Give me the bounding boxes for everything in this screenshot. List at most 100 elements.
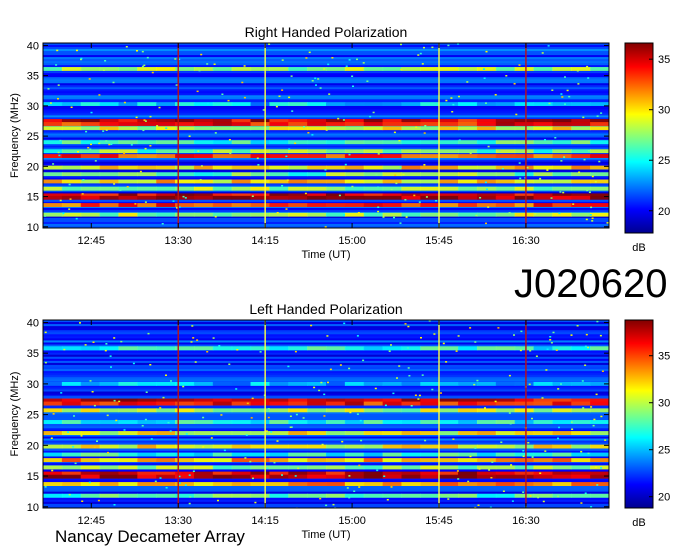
noise-speckle <box>134 203 137 205</box>
noise-speckle <box>500 441 503 443</box>
emission-band-segment <box>458 186 478 191</box>
noise-speckle <box>587 346 589 349</box>
emission-band-segment <box>382 431 403 436</box>
emission-band-segment <box>61 179 82 184</box>
x-tick-label: 12:45 <box>78 515 106 527</box>
noise-speckle <box>246 402 249 405</box>
emission-band-segment <box>61 122 82 126</box>
noise-speckle <box>88 78 91 80</box>
noise-speckle <box>408 375 411 377</box>
noise-speckle <box>445 361 448 363</box>
emission-band-segment <box>401 346 421 351</box>
noise-speckle <box>505 75 508 77</box>
emission-band-segment <box>439 408 459 413</box>
noise-speckle <box>223 449 226 452</box>
emission-band-segment <box>533 420 553 424</box>
emission-band-segment <box>401 140 421 145</box>
noise-speckle <box>473 383 476 386</box>
emission-band-segment <box>118 401 138 406</box>
noise-speckle <box>513 83 516 85</box>
noise-speckle <box>49 102 52 104</box>
noise-speckle <box>294 142 297 144</box>
emission-band-segment <box>231 452 252 457</box>
emission-band-segment <box>307 458 327 463</box>
emission-band-segment <box>401 165 421 170</box>
emission-band-segment <box>326 493 346 498</box>
emission-band-segment <box>590 212 609 217</box>
colorbar <box>624 319 654 509</box>
noise-speckle <box>345 65 348 67</box>
emission-band-segment <box>269 212 289 217</box>
noise-speckle <box>289 415 292 417</box>
noise-speckle <box>97 499 100 502</box>
emission-band-segment <box>307 165 327 170</box>
noise-speckle <box>562 191 565 194</box>
emission-band-segment <box>250 67 270 71</box>
emission-band-segment <box>590 67 609 71</box>
emission-band-segment <box>420 172 440 177</box>
emission-band-segment <box>382 154 403 158</box>
emission-band-segment <box>212 474 233 479</box>
noise-speckle <box>494 400 497 403</box>
colorbar-unit-label: dB <box>632 517 645 529</box>
emission-band-segment <box>458 179 478 184</box>
noise-speckle <box>59 139 62 142</box>
emission-band-segment <box>476 126 497 131</box>
panel-title: Right Handed Polarization <box>245 24 408 40</box>
emission-band-segment <box>288 149 308 154</box>
noise-speckle <box>518 64 521 66</box>
noise-speckle <box>398 140 401 142</box>
noise-speckle <box>311 80 314 82</box>
emission-band-segment <box>43 172 63 177</box>
emission-band-segment <box>420 122 440 126</box>
emission-band-segment <box>439 122 459 126</box>
emission-band-segment <box>552 67 572 71</box>
noise-speckle <box>266 467 269 469</box>
noise-speckle <box>295 413 298 416</box>
noise-speckle <box>94 483 97 486</box>
noise-speckle <box>586 65 589 68</box>
emission-band-segment <box>118 458 138 463</box>
emission-band-segment <box>401 444 421 449</box>
noise-speckle <box>115 419 118 422</box>
emission-band-segment <box>212 465 233 470</box>
emission-band-segment <box>533 67 553 71</box>
emission-band-segment <box>458 408 478 413</box>
noise-speckle <box>475 214 478 217</box>
emission-band-segment <box>476 444 497 449</box>
noise-speckle <box>135 116 138 119</box>
emission-band-segment <box>552 140 572 145</box>
noise-speckle <box>90 111 93 114</box>
emission-band-segment <box>571 165 591 170</box>
emission-band-segment <box>269 186 289 191</box>
noise-speckle <box>321 443 324 446</box>
noise-speckle <box>52 163 55 165</box>
emission-band-segment <box>382 346 403 351</box>
emission-band-segment <box>118 408 138 413</box>
emission-band-segment <box>363 165 384 170</box>
noise-speckle <box>534 213 537 215</box>
emission-band-segment <box>476 154 497 158</box>
emission-band-segment <box>212 444 233 449</box>
noise-speckle <box>421 63 424 65</box>
emission-band-segment <box>476 149 497 154</box>
emission-band-segment <box>231 203 252 207</box>
emission-band-segment <box>156 179 176 184</box>
emission-band-segment <box>193 154 214 158</box>
emission-band-segment <box>420 458 440 463</box>
emission-band-segment <box>571 444 591 449</box>
noise-speckle <box>307 132 310 134</box>
noise-speckle <box>568 95 571 98</box>
emission-band-segment <box>590 493 609 498</box>
emission-band-segment <box>137 102 157 106</box>
emission-band-segment <box>533 408 553 413</box>
emission-band-segment <box>533 149 553 154</box>
noise-speckle <box>542 500 545 503</box>
noise-speckle <box>477 504 480 506</box>
noise-speckle <box>331 57 334 59</box>
emission-band-segment <box>514 67 535 71</box>
emission-band-segment <box>61 140 82 145</box>
noise-speckle <box>159 477 162 479</box>
noise-speckle <box>425 196 428 198</box>
emission-band-segment <box>99 140 120 145</box>
